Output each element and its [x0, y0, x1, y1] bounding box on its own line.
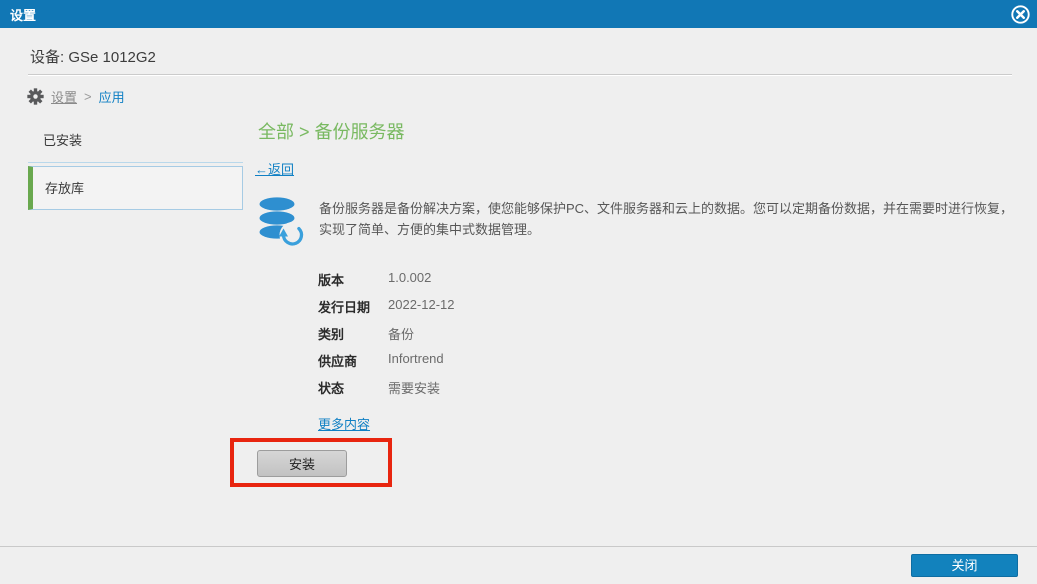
footer-divider: [0, 546, 1037, 547]
device-title-divider: [28, 74, 1012, 75]
database-sync-icon: [257, 195, 307, 249]
dialog-titlebar: 设置: [0, 0, 1037, 28]
detail-value: 备份: [388, 327, 415, 342]
sidebar-item-repository[interactable]: 存放库: [28, 166, 243, 210]
detail-label: 版本: [318, 273, 345, 288]
detail-row-vendor: 供应商 Infortrend: [318, 351, 455, 378]
breadcrumb-separator: >: [84, 89, 92, 104]
back-link[interactable]: ←返回: [255, 159, 294, 178]
close-button[interactable]: 关闭: [911, 554, 1018, 577]
app-description: 备份服务器是备份解决方案，使您能够保护PC、文件服务器和云上的数据。您可以定期备…: [319, 195, 1013, 249]
detail-label: 类别: [318, 327, 345, 342]
detail-row-version: 版本 1.0.002: [318, 270, 455, 297]
status-value: 需要安装: [388, 381, 441, 396]
detail-row-release-date: 发行日期 2022-12-12: [318, 297, 455, 324]
detail-value: Infortrend: [388, 351, 444, 366]
app-description-line2: 实现了简单、方便的集中式数据管理。: [319, 222, 541, 237]
sidebar-item-label: 已安装: [43, 133, 83, 148]
detail-row-status: 状态 需要安装: [318, 378, 455, 405]
install-button[interactable]: 安装: [257, 450, 347, 477]
more-content-link[interactable]: 更多内容: [318, 414, 370, 433]
sidebar-item-installed[interactable]: 已安装: [28, 120, 243, 163]
app-summary: 备份服务器是备份解决方案，使您能够保护PC、文件服务器和云上的数据。您可以定期备…: [257, 195, 1022, 249]
detail-label: 状态: [318, 381, 345, 396]
detail-label: 供应商: [318, 354, 358, 369]
detail-value: 1.0.002: [388, 270, 432, 285]
breadcrumb: 设置 > 应用: [27, 87, 125, 106]
detail-value: 2022-12-12: [388, 297, 455, 312]
breadcrumb-apps-link[interactable]: 应用: [99, 87, 125, 106]
page-title: 全部 > 备份服务器: [258, 122, 405, 142]
breadcrumb-settings-link[interactable]: 设置: [51, 87, 77, 106]
app-description-line1: 备份服务器是备份解决方案，使您能够保护PC、文件服务器和云上的数据。您可以定期备…: [319, 201, 1014, 216]
gear-icon: [27, 88, 44, 105]
settings-dialog: 设置 设备: GSe 1012G2 设置 > 应用 已安装 存放库 全部 > 备…: [0, 0, 1037, 584]
sidebar-item-label: 存放库: [45, 181, 85, 196]
detail-row-category: 类别 备份: [318, 324, 455, 351]
device-title: 设备: GSe 1012G2: [30, 49, 156, 66]
detail-label: 发行日期: [318, 300, 371, 315]
close-icon[interactable]: [1009, 3, 1031, 25]
app-details: 版本 1.0.002 发行日期 2022-12-12 类别 备份 供应商 Inf…: [318, 270, 455, 405]
dialog-title: 设置: [10, 7, 37, 23]
sidebar: 已安装 存放库: [28, 120, 243, 210]
